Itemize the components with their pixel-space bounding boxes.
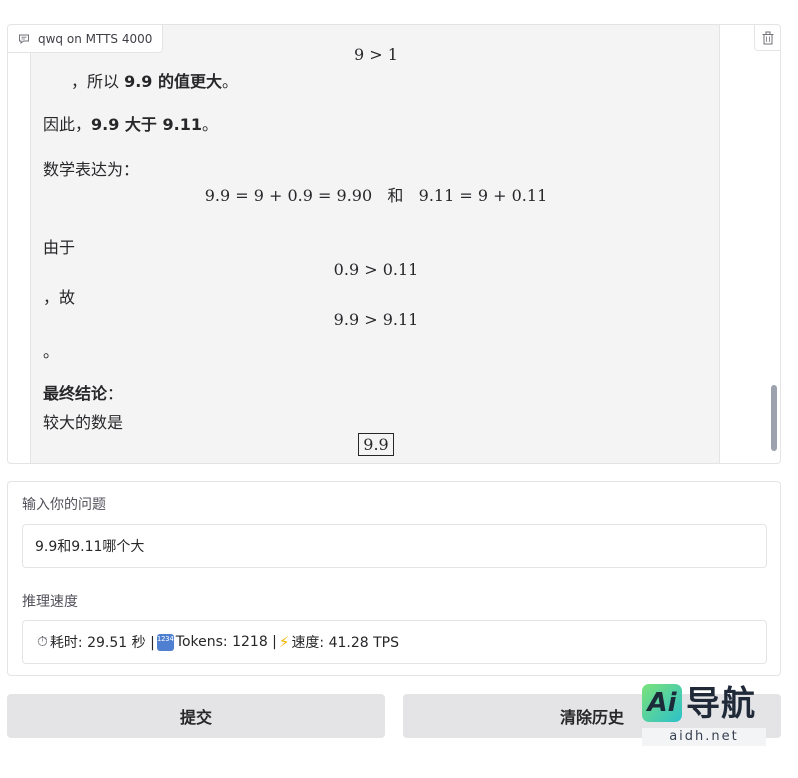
- question-input-box[interactable]: [22, 524, 767, 568]
- form-panel: 输入你的问题 推理速度 ⏱ 耗时: 29.51 秒 | 1234 Tokens:…: [7, 481, 781, 676]
- lightning-icon: ⚡: [278, 633, 290, 651]
- message-line: ，故: [43, 288, 76, 307]
- message-line: 较大的数是: [43, 413, 124, 432]
- question-input[interactable]: [35, 538, 754, 554]
- boxed-answer: 9.9: [43, 433, 709, 456]
- watermark-logo: Ai 导航 aidh.net: [642, 684, 772, 748]
- math-block: 9.9 > 9.11: [333, 310, 419, 329]
- input-numbers-icon: 1234: [156, 633, 174, 651]
- message-line: 。: [43, 342, 60, 361]
- message-line: 由于: [43, 238, 76, 257]
- speed-label: 推理速度: [22, 594, 78, 610]
- speed-tokens: Tokens: 1218 |: [175, 634, 277, 650]
- trash-icon: [762, 31, 773, 44]
- math-block: 0.9 > 0.11: [333, 260, 419, 279]
- chat-scrollbar[interactable]: [771, 385, 777, 451]
- message-content: 9 > 1 ，所以 9.9 的值更大。 因此，9.9 大于 9.11。 数学表达…: [43, 25, 709, 463]
- clear-chat-button[interactable]: [754, 25, 780, 51]
- message-line: 最终结论：: [43, 384, 124, 403]
- chatbot-label: qwq on MTTS 4000: [8, 25, 164, 53]
- bot-message: 9 > 1 ，所以 9.9 的值更大。 因此，9.9 大于 9.11。 数学表达…: [30, 25, 720, 463]
- question-label: 输入你的问题: [22, 497, 106, 513]
- message-line: 因此，9.9 大于 9.11。: [43, 115, 218, 134]
- speed-rate: 速度: 41.28 TPS: [291, 635, 400, 651]
- watermark-badge: Ai: [642, 684, 682, 722]
- chat-bubble-icon: [19, 34, 29, 44]
- submit-button[interactable]: 提交: [7, 694, 385, 738]
- chatbot-label-text: qwq on MTTS 4000: [38, 31, 153, 46]
- stopwatch-icon: ⏱: [37, 634, 48, 650]
- message-line: ，所以 9.9 的值更大。: [71, 72, 239, 91]
- watermark-text: 导航: [686, 684, 756, 724]
- chatbot-panel: qwq on MTTS 4000 9 > 1 ，所以 9.9 的值更大。 因此，…: [7, 24, 781, 464]
- math-block: 9.9 = 9 + 0.9 = 9.90 和 9.11 = 9 + 0.11: [204, 186, 548, 205]
- speed-time: 耗时: 29.51 秒 |: [49, 635, 155, 651]
- watermark-url: aidh.net: [642, 728, 766, 746]
- message-line: 数学表达为：: [43, 160, 140, 179]
- speed-output-box: ⏱ 耗时: 29.51 秒 | 1234 Tokens: 1218 | ⚡ 速度…: [22, 620, 767, 664]
